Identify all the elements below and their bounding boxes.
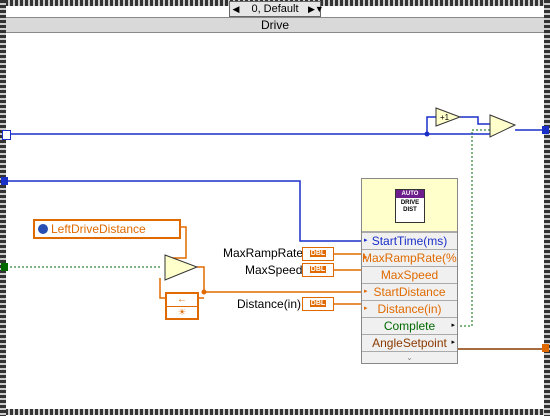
constant-label-maxspeed: MaxSpeed: [245, 263, 303, 277]
node-header: AUTO DRIVE DIST: [362, 179, 457, 232]
left-drive-distance-control[interactable]: LeftDriveDistance: [33, 219, 181, 239]
auto-drive-distance-node[interactable]: AUTO DRIVE DIST ▸ StartTime(ms) ▸ MaxRampR…: [361, 178, 458, 364]
dbl-constant-ramp[interactable]: DBL: [302, 247, 334, 261]
auto-drive-dist-icon: AUTO DRIVE DIST: [395, 189, 425, 223]
terminal-maxramprate[interactable]: ▸MaxRampRate(%/s): [362, 249, 457, 266]
dbl-constant-maxspeed[interactable]: DBL: [302, 263, 334, 277]
global-variable-icon: [38, 224, 48, 234]
wires: +1: [6, 107, 542, 350]
feedback-node: ← ☀: [165, 292, 199, 320]
terminal-distance[interactable]: ▸ Distance(in): [362, 300, 457, 317]
constant-label-distance: Distance(in): [237, 297, 302, 311]
tunnel-left-starttime: [1, 177, 8, 185]
terminal-complete[interactable]: Complete ▸: [362, 317, 457, 334]
select-node-right: [489, 114, 517, 138]
control-label: LeftDriveDistance: [51, 222, 146, 236]
tunnel-right-top: [542, 126, 549, 134]
tunnel-left-top: [2, 130, 11, 140]
wire-complete: [456, 129, 490, 327]
wire-junction: [424, 131, 430, 137]
tunnel-left-boolean: [1, 263, 8, 271]
terminal-starttime[interactable]: ▸ StartTime(ms): [362, 232, 457, 249]
terminal-anglesetpoint[interactable]: AngleSetpoint ▸: [362, 334, 457, 351]
terminal-startdistance[interactable]: ▸ StartDistance: [362, 283, 457, 300]
feedback-init-icon: ☀: [177, 307, 187, 317]
increment-label: +1: [440, 113, 450, 122]
dbl-constant-distance[interactable]: DBL: [302, 297, 334, 311]
terminal-maxspeed[interactable]: MaxSpeed: [362, 266, 457, 283]
feedback-arrow-icon: ←: [167, 294, 197, 307]
node-expand-icon[interactable]: ⌄: [362, 351, 457, 363]
wire-to-inc: [426, 116, 436, 134]
wire-angle: [455, 343, 542, 350]
tunnel-right-angle: [542, 344, 549, 352]
wire-inc-out: [460, 116, 490, 125]
